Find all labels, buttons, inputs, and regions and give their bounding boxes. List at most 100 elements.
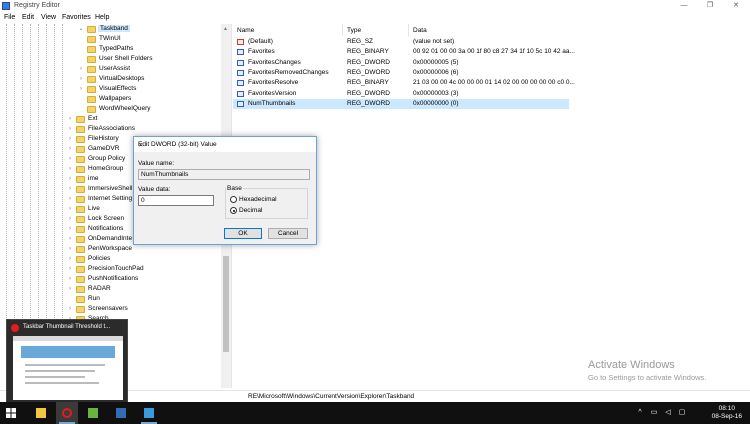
folder-icon <box>87 106 96 113</box>
folder-icon <box>76 136 85 143</box>
value-name-field[interactable]: NumThumbnails <box>138 169 310 180</box>
value-row[interactable]: (Default) REG_SZ (value not set) <box>233 37 569 47</box>
folder-icon <box>87 46 96 53</box>
dialog-close-icon[interactable]: ✕ <box>138 141 312 149</box>
value-row[interactable]: FavoritesRemovedChanges REG_DWORD 0x000000… <box>233 68 569 78</box>
expand-icon[interactable]: › <box>67 256 73 262</box>
value-type: REG_DWORD <box>347 99 390 107</box>
tree-item-label: PushNotifications <box>88 275 139 282</box>
folder-icon <box>76 226 85 233</box>
cancel-button[interactable]: Cancel <box>268 228 308 239</box>
binary-value-icon <box>237 80 244 87</box>
taskbar-opera-button[interactable] <box>56 402 78 424</box>
menu-file[interactable]: File <box>4 14 15 21</box>
decimal-radio[interactable] <box>230 207 237 214</box>
expand-icon[interactable]: › <box>67 156 73 162</box>
taskbar-notepad-button[interactable] <box>82 402 104 424</box>
value-name: FavoritesRemovedChanges <box>248 68 329 76</box>
expand-icon[interactable]: › <box>78 76 84 82</box>
notepad-icon <box>88 408 98 418</box>
registry-path: RE\Microsoft\Windows\CurrentVersion\Expl… <box>248 393 415 400</box>
expand-icon[interactable]: › <box>67 226 73 232</box>
hexadecimal-radio[interactable] <box>230 196 237 203</box>
close-button[interactable]: ✕ <box>724 0 748 12</box>
expand-icon[interactable]: › <box>78 86 84 92</box>
hexadecimal-label[interactable]: Hexadecimal <box>239 196 277 203</box>
start-button[interactable] <box>0 402 22 424</box>
tree-scroll-thumb[interactable] <box>223 256 229 352</box>
binary-value-icon <box>237 49 244 56</box>
base-label: Base <box>226 185 243 192</box>
expand-icon[interactable]: › <box>67 306 73 312</box>
tree-item-label: FileHistory <box>88 135 119 142</box>
menu-help[interactable]: Help <box>95 14 109 21</box>
expand-icon[interactable]: › <box>67 286 73 292</box>
network-icon[interactable]: ▭ <box>650 409 658 417</box>
system-clock[interactable]: 08:10 08-Sep-16 <box>712 405 742 421</box>
column-header-data[interactable]: Data <box>409 24 569 36</box>
folder-icon <box>76 156 85 163</box>
tree-item-label: ime <box>88 175 99 182</box>
expand-icon[interactable]: › <box>67 276 73 282</box>
expand-icon[interactable]: › <box>67 266 73 272</box>
thumbnail-image[interactable] <box>13 336 123 400</box>
tree-item-label: TWinUI <box>99 35 121 42</box>
value-row[interactable]: FavoritesResolve REG_BINARY 21 03 00 00 4c… <box>233 78 575 88</box>
menu-bar: File Edit View Favorites Help <box>0 12 750 23</box>
minimize-button[interactable]: — <box>672 0 696 12</box>
binary-value-icon <box>237 69 244 76</box>
taskbar-explorer-button[interactable] <box>30 402 52 424</box>
chevron-up-icon[interactable]: ^ <box>636 409 644 417</box>
expand-icon[interactable]: › <box>78 66 84 72</box>
notifications-icon[interactable]: ▢ <box>678 409 686 417</box>
taskbar-thumbnail-preview[interactable]: Taskbar Thumbnail Threshold t... <box>6 319 128 404</box>
expand-icon[interactable]: › <box>67 236 73 242</box>
value-row[interactable]: Favorites REG_BINARY 00 92 01 00 00 3a 00 … <box>233 47 575 57</box>
tree-item-label: FileAssociations <box>88 125 135 132</box>
expand-icon[interactable]: › <box>67 166 73 172</box>
regedit-icon <box>144 408 154 418</box>
volume-icon[interactable]: ◁ <box>664 409 672 417</box>
thumbnail-title: Taskbar Thumbnail Threshold t... <box>23 324 111 330</box>
ok-button[interactable]: OK <box>224 228 262 239</box>
value-name-label: Value name: <box>138 160 175 167</box>
value-row[interactable]: NumThumbnails REG_DWORD 0x00000000 (0) <box>233 98 569 109</box>
restore-button[interactable]: ❐ <box>698 0 722 12</box>
expand-icon[interactable]: › <box>67 206 73 212</box>
value-row[interactable]: FavoritesVersion REG_DWORD 0x00000003 (3) <box>233 89 569 99</box>
string-value-icon <box>237 39 244 45</box>
expand-icon[interactable]: › <box>67 146 73 152</box>
value-data-field[interactable]: 0 <box>138 195 214 206</box>
watermark-title: Activate Windows <box>588 359 675 371</box>
expand-icon[interactable]: › <box>67 136 73 142</box>
tree-item-label: WordWheelQuery <box>99 105 151 112</box>
expand-icon[interactable]: › <box>67 196 73 202</box>
value-type: REG_DWORD <box>347 58 390 66</box>
expand-icon[interactable]: › <box>67 186 73 192</box>
clock-time: 08:10 <box>718 405 735 412</box>
scroll-up-icon[interactable]: ▲ <box>223 26 228 32</box>
menu-edit[interactable]: Edit <box>22 14 34 21</box>
taskbar-regedit-button[interactable] <box>138 402 160 424</box>
watermark-subtitle: Go to Settings to activate Windows. <box>588 373 707 382</box>
collapse-icon[interactable]: ⌄ <box>78 26 84 32</box>
tree-item-label: HomeGroup <box>88 165 124 172</box>
folder-icon <box>76 216 85 223</box>
taskbar-powershell-button[interactable] <box>110 402 132 424</box>
column-header-type[interactable]: Type <box>343 24 409 36</box>
expand-icon[interactable]: › <box>67 216 73 222</box>
decimal-label[interactable]: Decimal <box>239 207 262 214</box>
value-row[interactable]: FavoritesChanges REG_DWORD 0x00000005 (5) <box>233 58 569 68</box>
menu-favorites[interactable]: Favorites <box>62 14 91 21</box>
column-header-name[interactable]: Name <box>233 24 343 36</box>
value-data: 0x00000000 (0) <box>413 99 459 107</box>
menu-view[interactable]: View <box>41 14 56 21</box>
expand-icon[interactable]: › <box>67 126 73 132</box>
value-type: REG_SZ <box>347 38 374 45</box>
expand-icon[interactable]: › <box>67 116 73 122</box>
folder-icon <box>87 36 96 43</box>
folder-icon <box>76 306 85 313</box>
tree-item-label: TypedPaths <box>99 45 134 52</box>
expand-icon[interactable]: › <box>67 246 73 252</box>
expand-icon[interactable]: › <box>67 176 73 182</box>
